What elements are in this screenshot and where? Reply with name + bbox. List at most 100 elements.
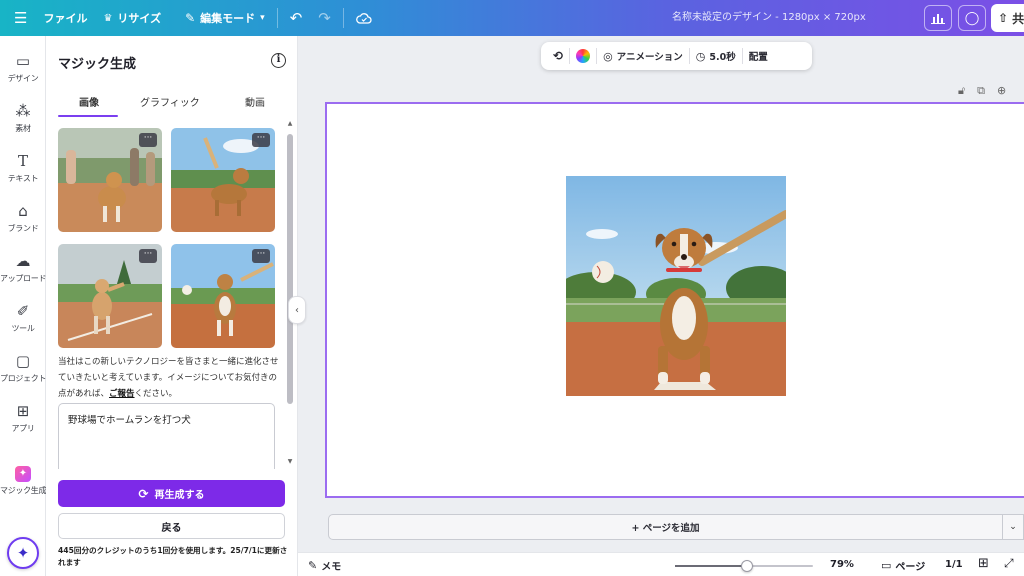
- color-edit-button[interactable]: [570, 42, 596, 70]
- rail-item-label: アップロード: [0, 274, 47, 283]
- cloud-check-icon: [355, 13, 372, 24]
- add-page-options-button[interactable]: ⌄: [1003, 514, 1024, 540]
- duplicate-page-icon[interactable]: ⧉: [977, 84, 985, 98]
- brand-icon: ⌂: [18, 202, 28, 220]
- rail-item-label: デザイン: [7, 74, 39, 83]
- magic-media-icon: ✦: [0, 462, 46, 482]
- insights-button[interactable]: [924, 5, 952, 31]
- file-menu-button[interactable]: ファイル: [35, 0, 95, 36]
- zoom-slider[interactable]: [675, 560, 813, 572]
- pen-tool-icon: ✐: [16, 302, 30, 320]
- top-bar: ☰ ファイル ♛ リサイズ ✎ 編集モード ▾ ↶ ↷ 名称未設定のデザイン -…: [0, 0, 1024, 36]
- more-options-button[interactable]: ···: [139, 133, 157, 147]
- chevron-left-icon: ‹: [295, 304, 299, 316]
- magic-media-panel: マジック生成 i 画像 グラフィック 動画 ··· ··· ··· ··· ▲ …: [46, 36, 298, 576]
- back-button[interactable]: 戻る: [58, 513, 285, 539]
- rail-item-label: マジック生成: [0, 486, 47, 495]
- info-icon[interactable]: i: [271, 53, 286, 68]
- element-toolbar: ⟲ ◎ アニメーション ◷ 5.0秒 配置: [541, 42, 812, 70]
- rail-item-label: テキスト: [7, 174, 39, 183]
- rail-item-elements[interactable]: ⁂ 素材: [0, 102, 46, 134]
- rail-item-label: ツール: [11, 324, 35, 333]
- toolbar-divider: [276, 8, 278, 28]
- tab-image[interactable]: 画像: [79, 94, 99, 109]
- comment-bubble-icon: ◯: [964, 10, 980, 26]
- more-options-button[interactable]: ···: [252, 249, 270, 263]
- rail-item-projects[interactable]: ▢ プロジェクト: [0, 352, 47, 384]
- animate-icon: ◎: [603, 49, 613, 63]
- notes-label: メモ: [321, 562, 342, 573]
- edit-mode-dropdown[interactable]: ✎ 編集モード ▾: [177, 0, 273, 36]
- tab-graphic[interactable]: グラフィック: [140, 94, 200, 109]
- magic-assistant-button[interactable]: ✦: [7, 537, 39, 569]
- zoom-slider-handle[interactable]: [741, 560, 753, 572]
- regenerate-button[interactable]: ⟳ 再生成する: [58, 480, 285, 507]
- pages-icon: ▭: [881, 559, 892, 572]
- resize-button[interactable]: ♛ リサイズ: [95, 0, 169, 36]
- notes-icon: ✎: [308, 559, 318, 572]
- prompt-textarea[interactable]: 野球場でホームランを打つ犬: [58, 403, 275, 469]
- lasso-icon: ⟲: [553, 49, 564, 63]
- position-button[interactable]: 配置: [743, 42, 774, 70]
- undo-icon: ↶: [289, 9, 303, 27]
- rail-item-label: アプリ: [11, 424, 35, 433]
- notes-button[interactable]: ✎ メモ: [308, 558, 341, 573]
- duration-label: 5.0秒: [709, 52, 736, 63]
- panel-title: マジック生成: [58, 57, 137, 72]
- rail-item-uploads[interactable]: ☁ アップロード: [0, 252, 47, 284]
- add-page-icon[interactable]: ⊕: [997, 84, 1006, 98]
- bottom-bar: ✎ メモ 79% ▭ ページ 1/1 ⊞ ⤢: [298, 552, 1024, 576]
- zoom-level[interactable]: 79%: [830, 559, 854, 570]
- page-actions: 🔓︎ ⧉ ⊕: [958, 84, 1006, 98]
- share-button[interactable]: ⇧ 共: [991, 4, 1024, 32]
- undo-button[interactable]: ↶: [282, 0, 311, 36]
- redo-button[interactable]: ↷: [310, 0, 339, 36]
- dog-baseball-photo: [566, 176, 786, 396]
- rail-item-magic-media[interactable]: ✦ マジック生成: [0, 462, 47, 496]
- replace-image-button[interactable]: ⟲: [547, 42, 569, 70]
- main-menu-button[interactable]: ☰: [0, 0, 35, 36]
- scroll-down-arrow-icon[interactable]: ▼: [287, 458, 293, 465]
- more-options-button[interactable]: ···: [252, 133, 270, 147]
- collapse-panel-button[interactable]: ‹: [288, 296, 306, 324]
- report-link[interactable]: ご報告: [109, 389, 135, 399]
- rail-item-label: 素材: [15, 124, 31, 133]
- more-options-button[interactable]: ···: [139, 249, 157, 263]
- notice-tail: ください。: [134, 389, 178, 399]
- chevron-down-icon: ⌄: [1009, 522, 1017, 532]
- scroll-up-arrow-icon[interactable]: ▲: [287, 120, 293, 127]
- upload-cloud-icon: ☁: [15, 252, 31, 270]
- rail-item-design[interactable]: ▭ デザイン: [0, 52, 46, 84]
- animation-button[interactable]: ◎ アニメーション: [597, 42, 689, 70]
- clock-icon: ◷: [695, 49, 706, 63]
- rail-item-tools[interactable]: ✐ ツール: [0, 302, 46, 334]
- zoom-slider-fill: [675, 565, 747, 567]
- feedback-notice: 当社はこの新しいテクノロジーを皆さまと一緒に進化させていきたいと考えています。イ…: [58, 354, 280, 402]
- generated-image-2[interactable]: ···: [171, 128, 275, 232]
- toolbar-divider: [342, 8, 344, 28]
- pages-label: ページ: [895, 562, 926, 573]
- scrollbar-thumb[interactable]: [287, 134, 293, 404]
- generated-image-1[interactable]: ···: [58, 128, 162, 232]
- lock-icon[interactable]: 🔓︎: [958, 84, 965, 98]
- tab-video[interactable]: 動画: [245, 94, 265, 109]
- canvas-dog-image[interactable]: [566, 176, 786, 396]
- rail-item-label: ブランド: [7, 224, 39, 233]
- pages-button[interactable]: ▭ ページ: [881, 558, 925, 573]
- document-title[interactable]: 名称未設定のデザイン - 1280px × 720px: [672, 0, 866, 36]
- save-status-button[interactable]: [348, 0, 380, 36]
- generated-image-3[interactable]: ···: [58, 244, 162, 348]
- rail-item-text[interactable]: T テキスト: [0, 152, 46, 184]
- credit-usage-note: 445回分のクレジットのうち1回分を使用します。25/7/1に更新されます: [58, 546, 288, 567]
- media-type-tabs: 画像 グラフィック 動画: [46, 94, 298, 118]
- layout-icon: ▭: [15, 52, 31, 70]
- fullscreen-icon[interactable]: ⤢: [1004, 556, 1014, 571]
- generated-image-4[interactable]: ···: [171, 244, 275, 348]
- add-page-button[interactable]: + ページを追加: [328, 514, 1003, 540]
- bar-chart-icon: [931, 14, 945, 24]
- rail-item-brand[interactable]: ⌂ ブランド: [0, 202, 46, 234]
- grid-view-icon[interactable]: ⊞: [978, 556, 989, 571]
- comments-button[interactable]: ◯: [958, 5, 986, 31]
- rail-item-apps[interactable]: ⊞ アプリ: [0, 402, 46, 434]
- duration-button[interactable]: ◷ 5.0秒: [690, 42, 742, 70]
